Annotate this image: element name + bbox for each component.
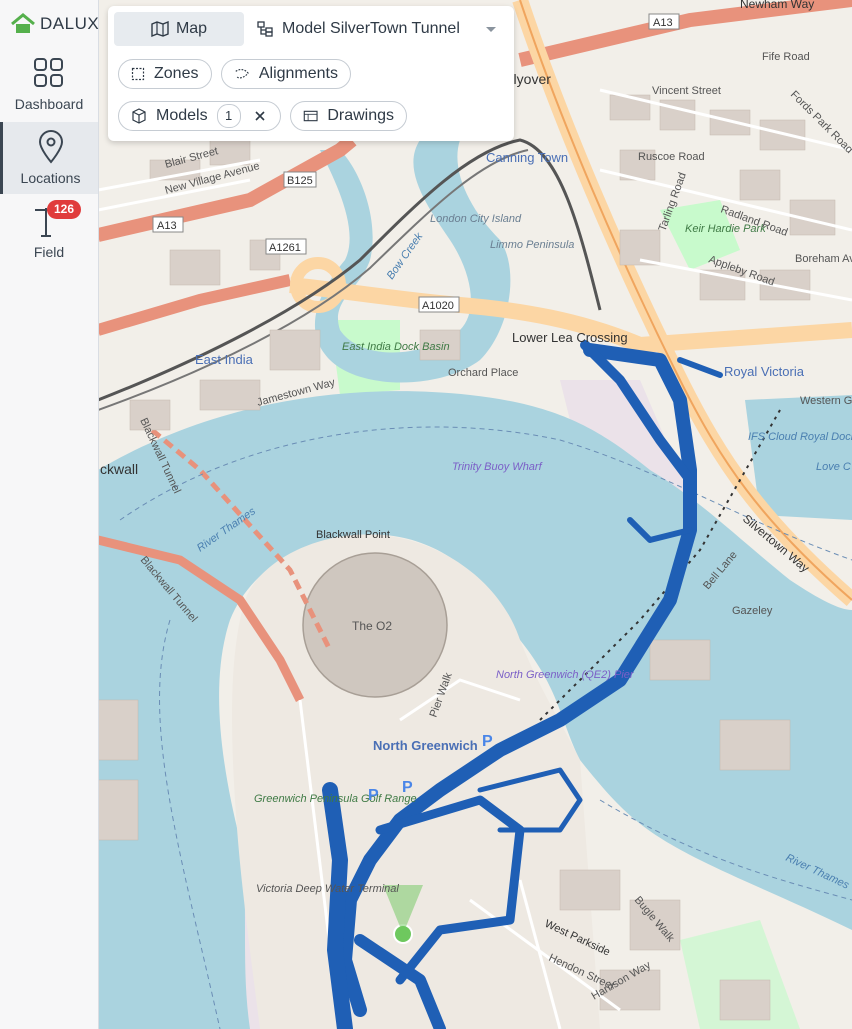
map-label-vincent-street: Vincent Street [652,85,721,97]
models-chip-label: Models [156,107,208,124]
drawings-chip[interactable]: Drawings [290,101,407,131]
alignments-chip[interactable]: Alignments [221,59,351,89]
map-label-blackwall-point: Blackwall Point [316,529,390,541]
view-controls-panel: Map Model SilverTown Tunnel Zones Alignm… [108,6,514,141]
drawings-chip-label: Drawings [327,107,394,124]
map-label-fife-road: Fife Road [762,51,810,63]
map-label-orchard-place: Orchard Place [448,367,518,379]
field-count-badge: 126 [47,200,82,219]
tab-model-label: Model SilverTown Tunnel [282,20,460,37]
map-label-keir-hardie-park: Keir Hardie Park [685,223,766,235]
cube-icon [132,108,146,124]
map-label-blackwall: ckwall [100,461,138,477]
zone-square-icon [131,67,145,81]
svg-text:P: P [368,787,379,804]
models-chip[interactable]: Models 1 [118,101,281,131]
sidebar-item-label: Field [33,244,65,260]
map-label-north-greenwich-pier: North Greenwich (QE2) Pier [496,669,635,681]
map-label-london-city-island: London City Island [430,213,522,225]
map-label-limmo-peninsula: Limmo Peninsula [490,239,574,251]
map-label-east-india: East India [195,352,254,367]
chevron-down-icon[interactable] [484,24,498,34]
models-count-badge: 1 [216,104,241,128]
tab-map[interactable]: Map [114,12,244,46]
sidebar-item-dashboard[interactable]: Dashboard [0,48,98,120]
map-label-b125: B125 [287,175,313,187]
zones-chip[interactable]: Zones [118,59,212,89]
sidebar: DALUX Dashboard Locations 126 Field [0,0,99,1029]
map-label-a13-left: A13 [157,220,177,232]
dashboard-grid-icon [34,58,63,87]
alignments-chip-label: Alignments [258,65,338,82]
map-label-a1261: A1261 [269,242,301,254]
map-label-newham-way: Newham Way [740,0,814,11]
map-label-ifs-cloud-royal-docks: IFS Cloud Royal Docks [748,431,852,443]
map-icon [151,21,169,37]
sidebar-item-label: Dashboard [14,96,84,112]
map-label-trinity-buoy-wharf: Trinity Buoy Wharf [452,461,543,473]
sidebar-item-label: Locations [20,170,81,186]
map-label-ruscoe-road: Ruscoe Road [638,151,705,163]
map-label-north-greenwich: North Greenwich [373,738,478,753]
map-label-western-gateway: Western Gat [800,395,852,407]
map-label-boreham-avenue: Boreham Av [795,253,852,265]
map-label-east-india-dock-basin: East India Dock Basin [342,341,450,353]
map-canvas[interactable]: A13 A13 B125 A1261 A1020 Newham Way Flyo… [98,0,852,1029]
logo-text: DALUX [40,14,100,33]
map-label-victoria-deep-water-terminal: Victoria Deep Water Terminal [256,883,399,895]
zones-chip-label: Zones [154,65,199,82]
drawing-sheet-icon [303,110,318,122]
tab-model[interactable]: Model SilverTown Tunnel [256,12,506,46]
map-view[interactable]: A13 A13 B125 A1261 A1020 Newham Way Flyo… [98,0,852,1029]
svg-text:P: P [482,733,493,750]
model-structure-icon [257,21,273,37]
alignment-icon [235,69,249,79]
tab-map-label: Map [175,20,208,37]
map-label-a13-top: A13 [653,17,673,29]
map-label-love-lane: Love C [816,461,851,473]
map-label-the-o2: The O2 [352,619,392,633]
close-icon[interactable] [254,110,266,122]
house-logo-icon [11,13,35,33]
dalux-logo[interactable]: DALUX [10,10,99,38]
sidebar-item-field[interactable]: 126 Field [0,196,98,268]
map-label-a1020: A1020 [422,300,454,312]
map-label-lower-lea-crossing: Lower Lea Crossing [512,330,628,345]
svg-text:P: P [402,779,413,796]
map-label-royal-victoria: Royal Victoria [724,364,805,379]
location-pin-icon [38,130,63,164]
map-label-gazeley: Gazeley [732,605,773,617]
map-label-greenwich-peninsula-golf-range: Greenwich Peninsula Golf Range [254,793,417,805]
sidebar-item-locations[interactable]: Locations [0,122,98,194]
map-label-canning-town: Canning Town [486,150,568,165]
